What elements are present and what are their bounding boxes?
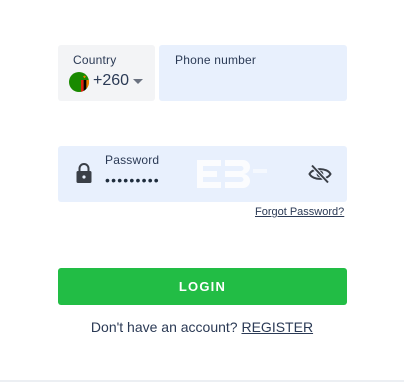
password-input[interactable]: ••••••••• — [105, 172, 160, 188]
watermark-logo-icon — [195, 157, 269, 191]
phone-number-input[interactable] — [175, 71, 339, 95]
lock-icon — [75, 162, 93, 184]
phone-number-label: Phone number — [175, 53, 257, 67]
register-link[interactable]: REGISTER — [241, 319, 313, 335]
zambia-flag-icon — [69, 72, 89, 92]
register-prompt-text: Don't have an account? — [90, 319, 242, 335]
register-prompt: Don't have an account? REGISTER — [0, 319, 404, 335]
password-label: Password — [105, 153, 160, 167]
country-selector[interactable]: Country +260 — [58, 45, 155, 101]
country-label: Country — [73, 53, 117, 67]
caret-down-icon[interactable] — [133, 79, 143, 84]
password-field[interactable]: Password ••••••••• — [58, 146, 347, 202]
country-code: +260 — [93, 72, 130, 89]
login-button[interactable]: LOGIN — [58, 268, 347, 305]
phone-number-field[interactable]: Phone number — [159, 45, 347, 101]
eye-off-icon[interactable] — [308, 163, 332, 185]
forgot-password-link[interactable]: Forgot Password? — [255, 206, 344, 218]
